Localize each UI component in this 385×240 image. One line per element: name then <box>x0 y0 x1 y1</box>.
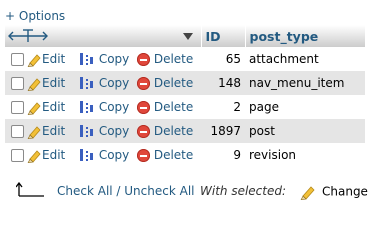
footer-bar: Check All / Uncheck All With selected: C… <box>0 178 385 208</box>
row-checkbox[interactable] <box>11 77 24 90</box>
table-row: Edit Copy Delete 1897 post <box>5 119 365 143</box>
table-row: Edit Copy Delete 65 attachment <box>5 47 365 71</box>
post-type-cell: post <box>245 119 365 143</box>
copy-action[interactable]: Copy <box>79 143 137 167</box>
copy-action[interactable]: Copy <box>79 47 137 71</box>
copy-icon <box>80 148 93 161</box>
edit-label: Edit <box>42 51 66 66</box>
delete-label: Delete <box>153 76 194 90</box>
column-header-id[interactable]: ID <box>200 25 245 47</box>
delete-action[interactable]: Delete <box>137 47 201 71</box>
pencil-icon <box>27 53 41 67</box>
results-table: ID post_type Edit Copy Delete 65 attachmen… <box>5 25 365 167</box>
pencil-icon <box>27 125 41 139</box>
copy-label: Copy <box>98 51 130 66</box>
pencil-icon <box>27 77 41 91</box>
copy-icon <box>80 100 93 113</box>
row-checkbox[interactable] <box>11 149 24 162</box>
post-type-cell: nav_menu_item <box>245 71 365 95</box>
table-row: Edit Copy Delete 2 page <box>5 95 365 119</box>
copy-action[interactable]: Copy <box>79 95 137 119</box>
delete-icon <box>137 149 150 162</box>
edit-action[interactable]: Edit <box>27 47 79 71</box>
edit-label: Edit <box>42 75 66 90</box>
delete-icon <box>137 77 150 90</box>
row-checkbox[interactable] <box>11 101 24 114</box>
delete-label: Delete <box>153 124 194 138</box>
delete-action[interactable]: Delete <box>137 119 201 143</box>
check-all-link[interactable]: Check All / Uncheck All <box>57 184 195 198</box>
edit-action[interactable]: Edit <box>27 143 79 167</box>
id-cell: 148 <box>201 71 245 95</box>
edit-action[interactable]: Edit <box>27 119 79 143</box>
copy-icon <box>80 52 93 65</box>
delete-label: Delete <box>153 148 194 162</box>
copy-label: Copy <box>98 123 130 138</box>
id-cell: 9 <box>201 143 245 167</box>
row-checkbox[interactable] <box>11 125 24 138</box>
copy-icon <box>80 124 93 137</box>
id-cell: 2 <box>201 95 245 119</box>
table-row: Edit Copy Delete 148 nav_menu_item <box>5 71 365 95</box>
check-all-arrow-icon <box>16 182 44 197</box>
column-resize-arrows-icon[interactable] <box>7 29 49 43</box>
edit-label: Edit <box>42 99 66 114</box>
column-header-post-type[interactable]: post_type <box>244 25 365 47</box>
delete-label: Delete <box>153 100 194 114</box>
change-label: Change <box>322 184 368 199</box>
table-header-row: ID post_type <box>5 25 365 47</box>
edit-label: Edit <box>42 123 66 138</box>
pencil-icon <box>27 101 41 115</box>
copy-icon <box>80 76 93 89</box>
post-type-cell: attachment <box>245 47 365 71</box>
id-cell: 1897 <box>201 119 245 143</box>
row-checkbox[interactable] <box>11 53 24 66</box>
pencil-icon <box>300 186 315 201</box>
sort-dropdown-icon[interactable] <box>182 33 193 41</box>
id-cell: 65 <box>201 47 245 71</box>
copy-label: Copy <box>98 75 130 90</box>
edit-label: Edit <box>42 147 66 162</box>
copy-label: Copy <box>98 99 130 114</box>
copy-action[interactable]: Copy <box>79 119 137 143</box>
edit-action[interactable]: Edit <box>27 95 79 119</box>
with-selected-label: With selected: <box>200 184 287 198</box>
pencil-icon <box>27 149 41 163</box>
delete-label: Delete <box>153 52 194 66</box>
delete-action[interactable]: Delete <box>137 143 201 167</box>
delete-action[interactable]: Delete <box>137 71 201 95</box>
edit-action[interactable]: Edit <box>27 71 79 95</box>
delete-action[interactable]: Delete <box>137 95 201 119</box>
post-type-cell: revision <box>245 143 365 167</box>
copy-action[interactable]: Copy <box>79 71 137 95</box>
copy-label: Copy <box>98 147 130 162</box>
change-button[interactable]: Change <box>300 184 368 201</box>
table-row: Edit Copy Delete 9 revision <box>5 143 365 167</box>
delete-icon <box>137 53 150 66</box>
header-actions-cell <box>5 25 201 47</box>
delete-icon <box>137 101 150 114</box>
delete-icon <box>137 125 150 138</box>
post-type-cell: page <box>245 95 365 119</box>
options-link[interactable]: + Options <box>5 9 65 23</box>
